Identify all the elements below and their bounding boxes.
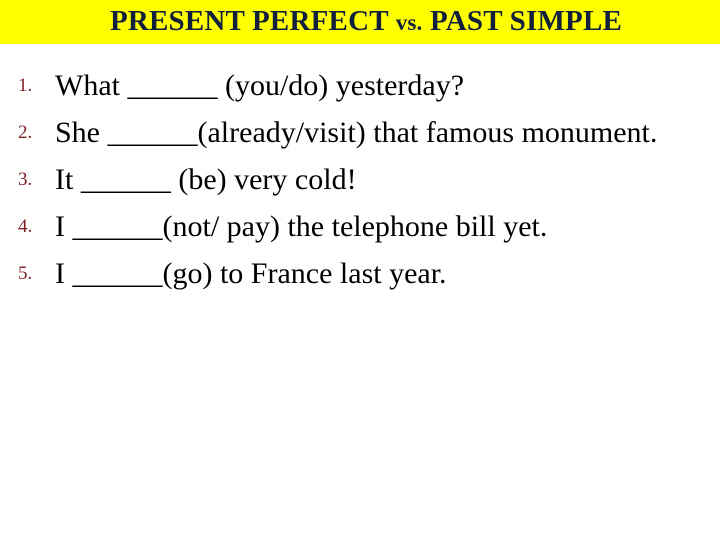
list-item: 5. I ______(go) to France last year.	[0, 250, 720, 297]
list-item-number: 5.	[18, 263, 33, 284]
list-item-number: 3.	[18, 169, 33, 190]
list-item-number: 1.	[18, 75, 33, 96]
list-item-text: It ______ (be) very cold!	[55, 163, 357, 196]
title-segment-present-perfect: PRESENT PERFECT	[109, 5, 396, 37]
list-item: 2. She ______(already/visit) that famous…	[0, 109, 720, 156]
list-item-text: She ______(already/visit) that famous mo…	[55, 116, 658, 149]
list-item: 3. It ______ (be) very cold!	[0, 156, 720, 203]
slide-canvas: PRESENT PERFECT vs. PAST SIMPLE 1. What …	[0, 0, 720, 540]
list-item-number: 4.	[18, 216, 33, 237]
title-banner: PRESENT PERFECT vs. PAST SIMPLE	[0, 0, 720, 44]
exercise-list: 1. What ______ (you/do) yesterday? 2. Sh…	[0, 62, 720, 297]
title-segment-vs: vs.	[395, 10, 423, 35]
list-item-text: What ______ (you/do) yesterday?	[55, 69, 465, 102]
list-item-number: 2.	[18, 122, 33, 143]
list-item-text: I ______(go) to France last year.	[55, 257, 447, 290]
title-segment-past-simple: PAST SIMPLE	[422, 5, 623, 37]
page-title: PRESENT PERFECT vs. PAST SIMPLE	[98, 6, 622, 38]
list-item-text: I ______(not/ pay) the telephone bill ye…	[55, 210, 548, 243]
list-item: 4. I ______(not/ pay) the telephone bill…	[0, 203, 720, 250]
list-item: 1. What ______ (you/do) yesterday?	[0, 62, 720, 109]
